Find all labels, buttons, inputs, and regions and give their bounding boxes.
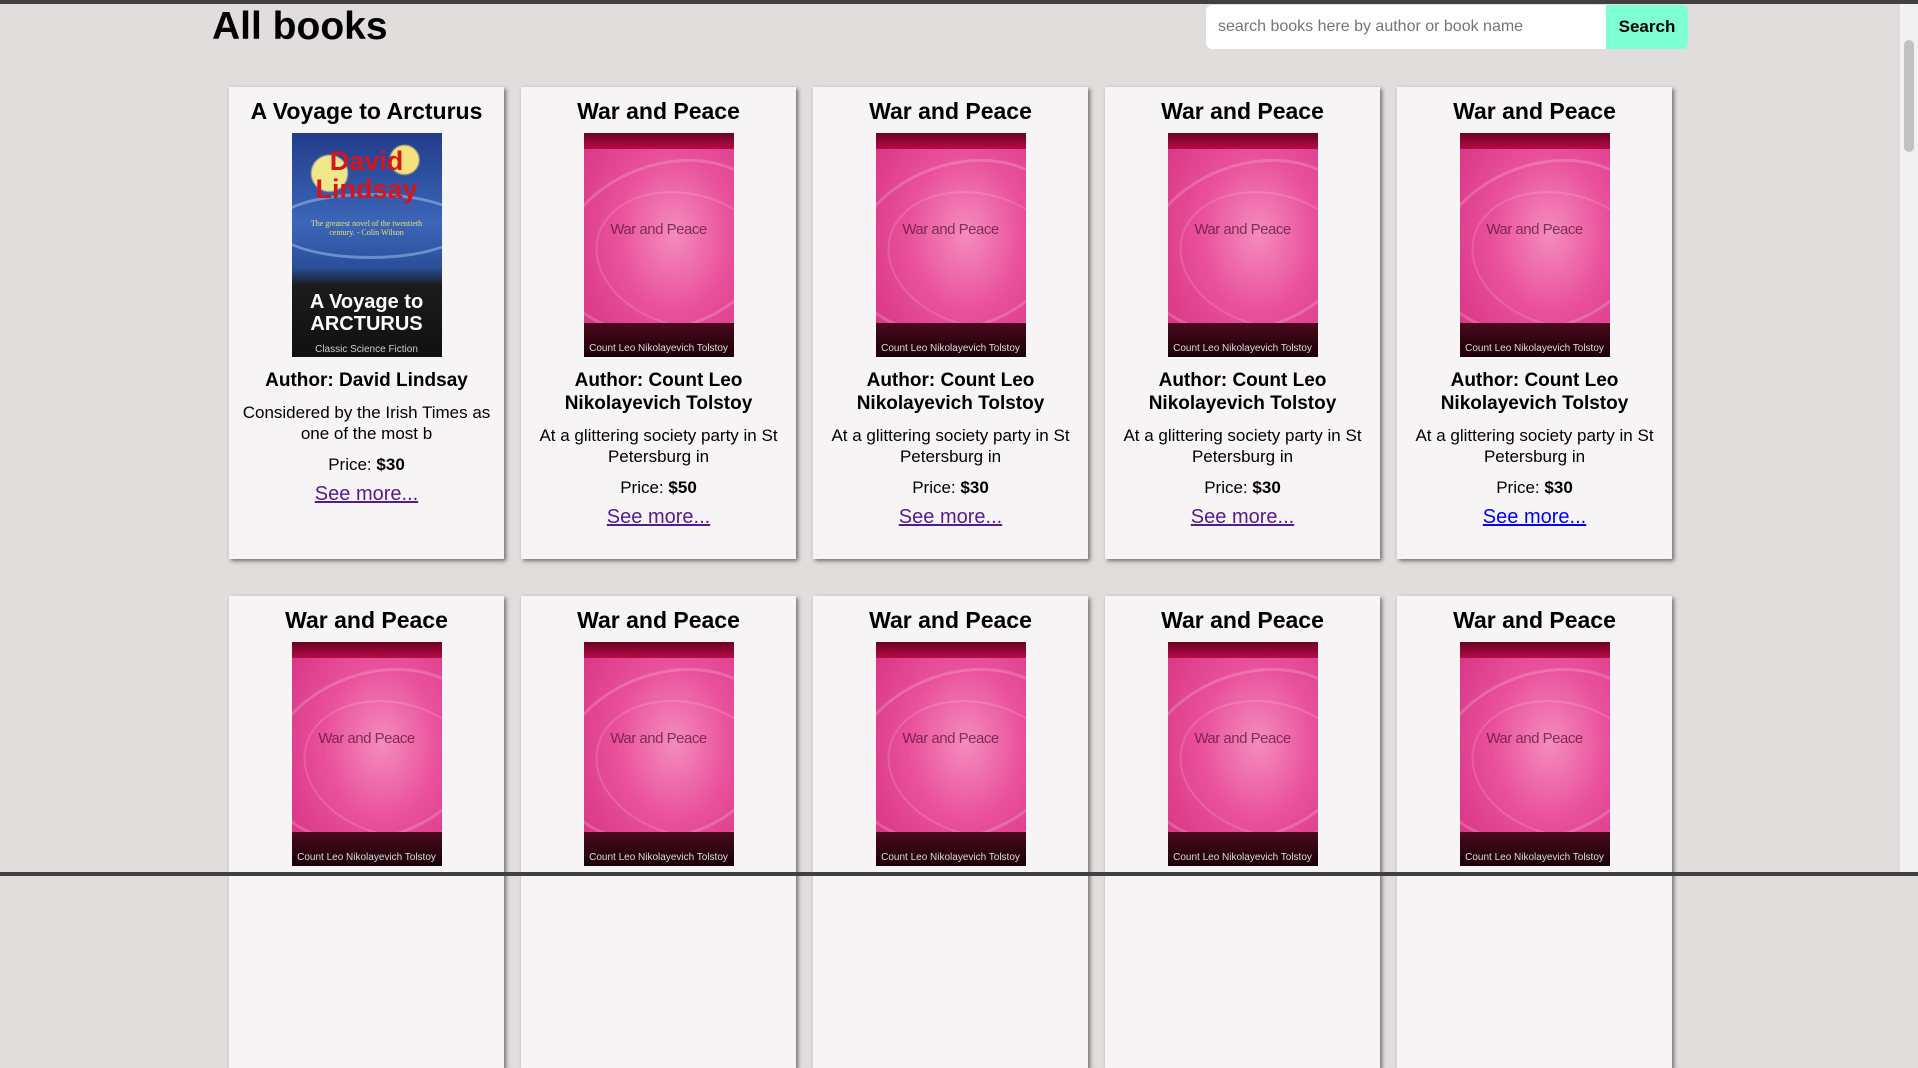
cover-author-text: David Lindsay: [315, 146, 418, 204]
cover-title-text: War and Peace: [1486, 221, 1583, 238]
cover-top-band: [1167, 133, 1318, 149]
book-card: War and Peace War and Peace Count Leo Niko…: [521, 87, 796, 559]
book-cover-image: War and Peace Count Leo Nikolayevich Tols…: [1459, 642, 1610, 866]
cover-title-text: War and Peace: [1194, 730, 1291, 747]
book-price: Price: $30: [1409, 477, 1660, 498]
see-more-link[interactable]: See more...: [607, 506, 710, 528]
cover-title-text: War and Peace: [1486, 730, 1583, 747]
cover-author-text: Count Leo Nikolayevich Tolstoy: [1173, 852, 1312, 863]
cover-author-text: Count Leo Nikolayevich Tolstoy: [297, 852, 436, 863]
book-card: War and Peace War and Peace Count Leo Niko…: [813, 87, 1088, 559]
book-card: War and Peace War and Peace Count Leo Niko…: [1105, 87, 1380, 559]
price-label: Price:: [620, 478, 664, 497]
book-price: Price: $30: [1117, 477, 1368, 498]
book-title: War and Peace: [869, 98, 1032, 124]
book-description: At a glittering society party in St Pete…: [1415, 426, 1654, 466]
cover-title-text: A Voyage to ARCTURUS: [309, 291, 424, 335]
book-card: War and Peace War and Peace Count Leo Niko…: [813, 596, 1088, 1068]
see-more-link[interactable]: See more...: [315, 483, 418, 505]
scrollbar-thumb[interactable]: [1904, 40, 1914, 152]
price-value: $30: [376, 455, 405, 474]
see-more-link[interactable]: See more...: [1191, 506, 1294, 528]
book-card: War and Peace War and Peace Count Leo Niko…: [521, 596, 796, 1068]
see-more-link[interactable]: See more...: [1483, 506, 1586, 528]
page-title: All books: [212, 5, 388, 48]
price-label: Price:: [912, 478, 956, 497]
book-description: At a glittering society party in St Pete…: [539, 426, 778, 466]
cover-top-band: [875, 133, 1026, 149]
book-cover-image: War and Peace Count Leo Nikolayevich Tols…: [1459, 133, 1610, 357]
book-cover-image: David Lindsay The greatest novel of the t…: [291, 133, 442, 357]
cover-tagline: The greatest novel of the twentieth cent…: [310, 219, 423, 237]
book-cover-image: War and Peace Count Leo Nikolayevich Tols…: [875, 133, 1026, 357]
book-title: War and Peace: [577, 98, 740, 124]
search-input[interactable]: [1206, 5, 1606, 49]
cover-top-band: [1459, 133, 1610, 149]
see-more-link[interactable]: See more...: [899, 506, 1002, 528]
cover-title-text: War and Peace: [902, 221, 999, 238]
book-title: War and Peace: [1161, 98, 1324, 124]
book-cover-image: War and Peace Count Leo Nikolayevich Tols…: [1167, 133, 1318, 357]
window-bottom-border: [0, 872, 1918, 876]
cover-author-text: Count Leo Nikolayevich Tolstoy: [1173, 343, 1312, 354]
cover-author-text: Count Leo Nikolayevich Tolstoy: [589, 852, 728, 863]
cover-top-band: [1459, 642, 1610, 658]
book-description: Considered by the Irish Times as one of …: [242, 403, 491, 443]
price-value: $50: [668, 478, 697, 497]
cover-top-band: [583, 133, 734, 149]
cover-title-text: War and Peace: [902, 730, 999, 747]
book-description: At a glittering society party in St Pete…: [1123, 426, 1362, 466]
book-card: A Voyage to Arcturus David Lindsay The gre…: [229, 87, 504, 559]
book-cover-image: War and Peace Count Leo Nikolayevich Tols…: [291, 642, 442, 866]
book-price: Price: $30: [241, 454, 492, 475]
book-author: Author: David Lindsay: [265, 370, 468, 391]
book-description: At a glittering society party in St Pete…: [831, 426, 1070, 466]
cover-top-band: [291, 642, 442, 658]
vertical-scrollbar[interactable]: [1900, 4, 1918, 872]
book-title: A Voyage to Arcturus: [250, 98, 483, 124]
book-author: Author: Count Leo Nikolayevich Tolstoy: [1440, 370, 1629, 414]
cover-author-text: Count Leo Nikolayevich Tolstoy: [1465, 852, 1604, 863]
cover-title-text: War and Peace: [610, 221, 707, 238]
book-author: Author: Count Leo Nikolayevich Tolstoy: [856, 370, 1045, 414]
price-label: Price:: [1204, 478, 1248, 497]
book-title: War and Peace: [869, 607, 1032, 633]
cover-subtitle: Classic Science Fiction: [315, 344, 418, 355]
book-card: War and Peace War and Peace Count Leo Niko…: [1105, 596, 1380, 1068]
book-cover-image: War and Peace Count Leo Nikolayevich Tols…: [875, 642, 1026, 866]
cover-title-text: War and Peace: [1194, 221, 1291, 238]
cover-author-text: Count Leo Nikolayevich Tolstoy: [589, 343, 728, 354]
book-cover-image: War and Peace Count Leo Nikolayevich Tols…: [1167, 642, 1318, 866]
cover-title-text: War and Peace: [318, 730, 415, 747]
book-title: War and Peace: [1453, 98, 1616, 124]
book-title: War and Peace: [1161, 607, 1324, 633]
price-label: Price:: [1496, 478, 1540, 497]
price-value: $30: [960, 478, 989, 497]
cover-title-text: War and Peace: [610, 730, 707, 747]
book-title: War and Peace: [577, 607, 740, 633]
book-cover-image: War and Peace Count Leo Nikolayevich Tols…: [583, 133, 734, 357]
search-bar: Search: [1206, 5, 1688, 49]
price-value: $30: [1252, 478, 1281, 497]
search-button[interactable]: Search: [1606, 5, 1688, 49]
book-grid: A Voyage to Arcturus David Lindsay The gre…: [229, 87, 1672, 1068]
book-price: Price: $30: [825, 477, 1076, 498]
book-card: War and Peace War and Peace Count Leo Niko…: [1397, 596, 1672, 1068]
cover-top-band: [875, 642, 1026, 658]
book-card: War and Peace War and Peace Count Leo Niko…: [229, 596, 504, 1068]
book-author: Author: Count Leo Nikolayevich Tolstoy: [564, 370, 753, 414]
book-cover-image: War and Peace Count Leo Nikolayevich Tols…: [583, 642, 734, 866]
cover-top-band: [1167, 642, 1318, 658]
book-title: War and Peace: [285, 607, 448, 633]
cover-author-text: Count Leo Nikolayevich Tolstoy: [1465, 343, 1604, 354]
book-card: War and Peace War and Peace Count Leo Niko…: [1397, 87, 1672, 559]
book-author: Author: Count Leo Nikolayevich Tolstoy: [1148, 370, 1337, 414]
cover-top-band: [583, 642, 734, 658]
book-title: War and Peace: [1453, 607, 1616, 633]
price-value: $30: [1544, 478, 1573, 497]
cover-author-text: Count Leo Nikolayevich Tolstoy: [881, 343, 1020, 354]
book-price: Price: $50: [533, 477, 784, 498]
cover-author-text: Count Leo Nikolayevich Tolstoy: [881, 852, 1020, 863]
price-label: Price:: [328, 455, 372, 474]
